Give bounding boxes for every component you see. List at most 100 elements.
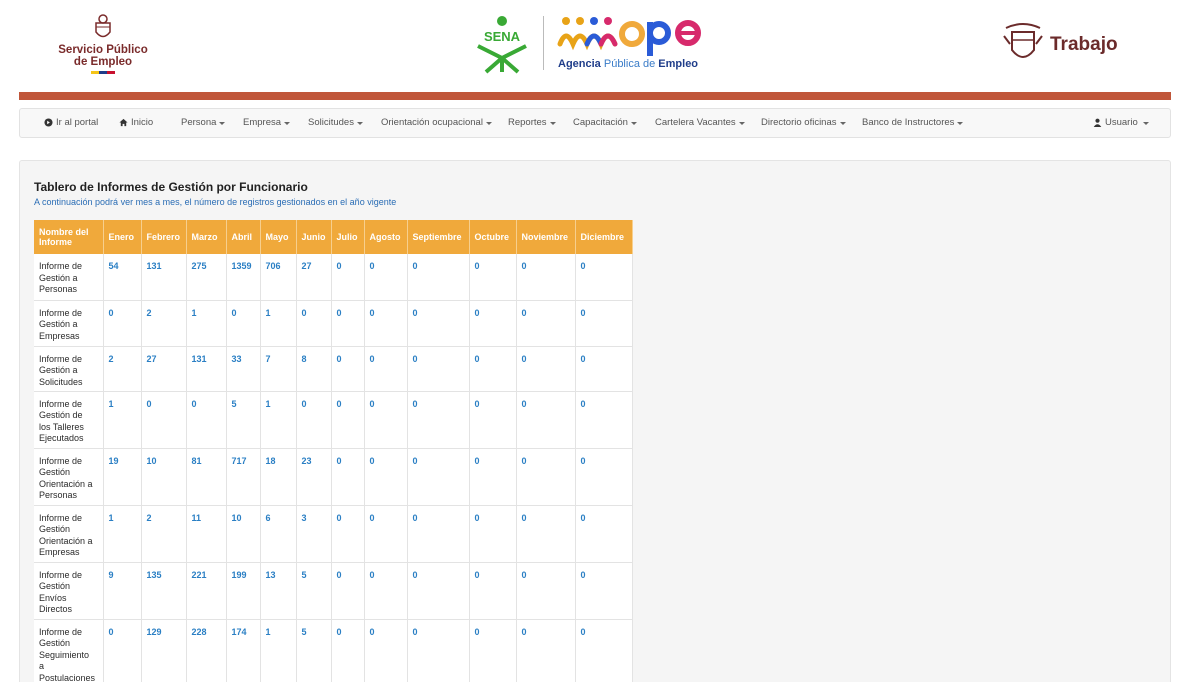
month-value-link[interactable]: 3 xyxy=(296,505,332,563)
month-value-link[interactable]: 0 xyxy=(575,562,633,620)
month-value-link[interactable]: 0 xyxy=(407,505,470,563)
month-value-link[interactable]: 13 xyxy=(260,562,297,620)
month-value-link[interactable]: 5 xyxy=(296,619,332,682)
month-value-link[interactable]: 8 xyxy=(296,346,332,392)
month-value-link[interactable]: 0 xyxy=(575,505,633,563)
month-value-link[interactable]: 0 xyxy=(296,300,332,347)
month-value-link[interactable]: 199 xyxy=(226,562,261,620)
month-value-link[interactable]: 0 xyxy=(575,448,633,506)
month-value-link[interactable]: 1 xyxy=(103,391,142,449)
month-value-link[interactable]: 0 xyxy=(364,254,408,301)
month-value-link[interactable]: 5 xyxy=(226,391,261,449)
month-value-link[interactable]: 0 xyxy=(516,562,576,620)
month-value-link[interactable]: 275 xyxy=(186,254,227,301)
month-value-link[interactable]: 0 xyxy=(407,254,470,301)
month-value-link[interactable]: 0 xyxy=(331,448,365,506)
month-value-link[interactable]: 0 xyxy=(516,254,576,301)
month-value-link[interactable]: 0 xyxy=(407,619,470,682)
month-value-link[interactable]: 135 xyxy=(141,562,187,620)
nav-item-ir-al-portal[interactable]: Ir al portal xyxy=(44,117,98,128)
month-value-link[interactable]: 0 xyxy=(103,300,142,347)
month-value-link[interactable]: 0 xyxy=(469,346,517,392)
ape-logo[interactable]: Agencia Pública de Empleo xyxy=(556,14,716,74)
nav-item-usuario[interactable]: Usuario xyxy=(1093,117,1149,128)
month-value-link[interactable]: 0 xyxy=(469,300,517,347)
nav-item-solicitudes[interactable]: Solicitudes xyxy=(308,117,363,128)
month-value-link[interactable]: 0 xyxy=(331,391,365,449)
month-value-link[interactable]: 6 xyxy=(260,505,297,563)
month-value-link[interactable]: 0 xyxy=(364,300,408,347)
month-value-link[interactable]: 1 xyxy=(260,391,297,449)
nav-item-cartelera-vacantes[interactable]: Cartelera Vacantes xyxy=(655,117,745,128)
month-value-link[interactable]: 0 xyxy=(575,619,633,682)
month-value-link[interactable]: 1359 xyxy=(226,254,261,301)
month-value-link[interactable]: 129 xyxy=(141,619,187,682)
nav-item-reportes[interactable]: Reportes xyxy=(508,117,556,128)
month-value-link[interactable]: 0 xyxy=(575,300,633,347)
month-value-link[interactable]: 10 xyxy=(141,448,187,506)
month-value-link[interactable]: 27 xyxy=(296,254,332,301)
month-value-link[interactable]: 0 xyxy=(516,346,576,392)
month-value-link[interactable]: 0 xyxy=(331,505,365,563)
sena-logo[interactable]: SENA xyxy=(472,14,532,74)
month-value-link[interactable]: 0 xyxy=(364,619,408,682)
month-value-link[interactable]: 5 xyxy=(296,562,332,620)
month-value-link[interactable]: 0 xyxy=(364,391,408,449)
month-value-link[interactable]: 0 xyxy=(516,391,576,449)
month-value-link[interactable]: 0 xyxy=(469,619,517,682)
month-value-link[interactable]: 0 xyxy=(331,254,365,301)
month-value-link[interactable]: 10 xyxy=(226,505,261,563)
month-value-link[interactable]: 0 xyxy=(575,346,633,392)
month-value-link[interactable]: 717 xyxy=(226,448,261,506)
month-value-link[interactable]: 0 xyxy=(469,391,517,449)
month-value-link[interactable]: 0 xyxy=(364,346,408,392)
month-value-link[interactable]: 0 xyxy=(469,505,517,563)
month-value-link[interactable]: 0 xyxy=(575,391,633,449)
month-value-link[interactable]: 0 xyxy=(516,619,576,682)
month-value-link[interactable]: 19 xyxy=(103,448,142,506)
month-value-link[interactable]: 706 xyxy=(260,254,297,301)
month-value-link[interactable]: 1 xyxy=(186,300,227,347)
month-value-link[interactable]: 2 xyxy=(103,346,142,392)
nav-item-banco-de-instructores[interactable]: Banco de Instructores xyxy=(862,117,964,128)
month-value-link[interactable]: 0 xyxy=(407,391,470,449)
month-value-link[interactable]: 0 xyxy=(469,562,517,620)
month-value-link[interactable]: 0 xyxy=(226,300,261,347)
month-value-link[interactable]: 0 xyxy=(331,300,365,347)
month-value-link[interactable]: 0 xyxy=(407,300,470,347)
month-value-link[interactable]: 0 xyxy=(296,391,332,449)
month-value-link[interactable]: 0 xyxy=(364,562,408,620)
month-value-link[interactable]: 2 xyxy=(141,505,187,563)
nav-item-capacitacion[interactable]: Capacitación xyxy=(573,117,637,128)
month-value-link[interactable]: 11 xyxy=(186,505,227,563)
trabajo-logo[interactable]: Trabajo xyxy=(1002,22,1132,72)
month-value-link[interactable]: 0 xyxy=(469,448,517,506)
month-value-link[interactable]: 81 xyxy=(186,448,227,506)
month-value-link[interactable]: 23 xyxy=(296,448,332,506)
month-value-link[interactable]: 221 xyxy=(186,562,227,620)
month-value-link[interactable]: 174 xyxy=(226,619,261,682)
month-value-link[interactable]: 0 xyxy=(516,448,576,506)
month-value-link[interactable]: 0 xyxy=(186,391,227,449)
month-value-link[interactable]: 54 xyxy=(103,254,142,301)
month-value-link[interactable]: 0 xyxy=(331,562,365,620)
month-value-link[interactable]: 2 xyxy=(141,300,187,347)
month-value-link[interactable]: 0 xyxy=(331,346,365,392)
month-value-link[interactable]: 1 xyxy=(260,300,297,347)
nav-item-persona[interactable]: Persona xyxy=(181,117,226,128)
month-value-link[interactable]: 0 xyxy=(141,391,187,449)
month-value-link[interactable]: 131 xyxy=(186,346,227,392)
month-value-link[interactable]: 7 xyxy=(260,346,297,392)
month-value-link[interactable]: 0 xyxy=(407,346,470,392)
nav-item-inicio[interactable]: Inicio xyxy=(119,117,153,128)
month-value-link[interactable]: 131 xyxy=(141,254,187,301)
month-value-link[interactable]: 0 xyxy=(575,254,633,301)
month-value-link[interactable]: 0 xyxy=(469,254,517,301)
month-value-link[interactable]: 0 xyxy=(364,448,408,506)
month-value-link[interactable]: 1 xyxy=(103,505,142,563)
month-value-link[interactable]: 33 xyxy=(226,346,261,392)
month-value-link[interactable]: 0 xyxy=(407,562,470,620)
nav-item-directorio-oficinas[interactable]: Directorio oficinas xyxy=(761,117,846,128)
month-value-link[interactable]: 9 xyxy=(103,562,142,620)
month-value-link[interactable]: 0 xyxy=(407,448,470,506)
